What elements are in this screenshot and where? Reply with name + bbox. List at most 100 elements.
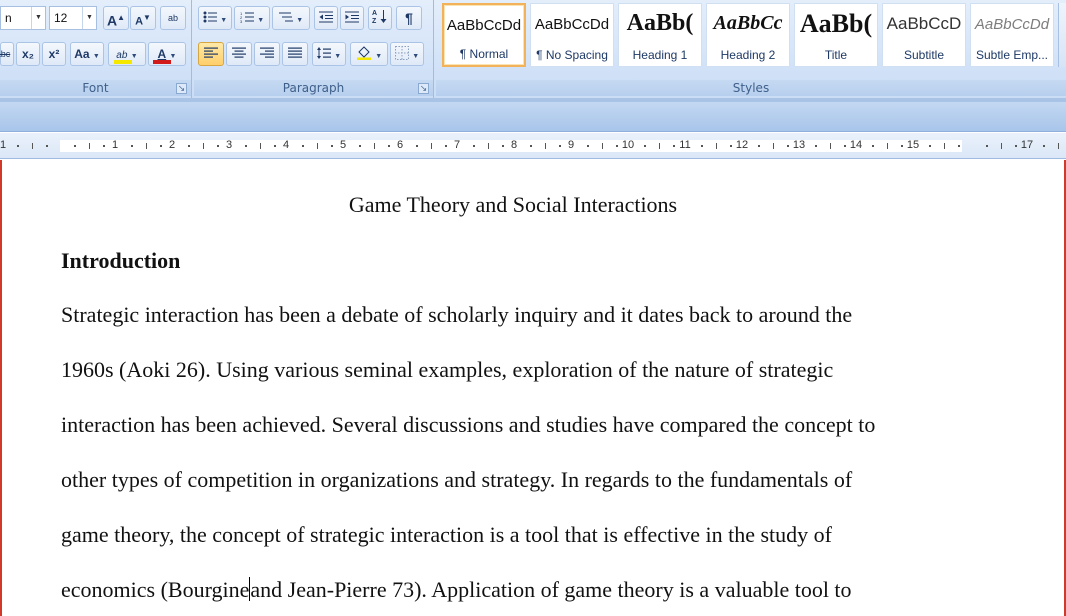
style-name: Subtitle [903,48,945,62]
shading-button[interactable]: ▼ [350,42,388,66]
horizontal-ruler[interactable]: 1 1 2 3 4 5 6 7 8 9 10 11 12 13 14 15 17 [0,133,1066,159]
ruler-half-tick [260,143,261,149]
clear-formatting-button[interactable]: ab [160,6,186,30]
style-sample: AaBb( [799,9,873,38]
subscript-button[interactable]: x₂ [16,42,40,66]
ruler-dot [530,145,532,147]
change-case-icon: Aa [74,47,90,61]
align-center-button[interactable] [226,42,252,66]
body-line: 1960s (Aoki 26). Using various seminal e… [61,357,834,382]
styles-group-label: Styles [436,80,1066,96]
bullets-button[interactable]: ▼ [198,6,232,30]
ruler-dot [986,145,988,147]
align-right-button[interactable] [254,42,280,66]
section-heading: Introduction [61,248,181,273]
style-sample: AaBb( [626,10,694,36]
document-title: Game Theory and Social Interactions [348,192,678,217]
ruler-half-tick [602,143,603,149]
change-case-button[interactable]: Aa ▼ [70,42,104,66]
align-left-button[interactable] [198,42,224,66]
align-left-icon [204,47,218,58]
body-line: game theory, the concept of strategic in… [61,522,832,547]
style-name: Heading 1 [632,48,688,62]
ruler-dot [160,145,162,147]
ruler-half-tick [659,143,660,149]
style-tile-title[interactable]: AaBb( Title [794,3,878,67]
ruler-dot [587,145,589,147]
ruler-half-tick [431,143,432,149]
font-size-box[interactable]: 12 ▼ [49,6,97,30]
ruler-dot [616,145,618,147]
style-tile-subtle-emphasis[interactable]: AaBbCcDd Subtle Emp... [970,3,1054,67]
ruler-number: 9 [567,139,575,151]
styles-gallery-scrollbar[interactable] [1058,3,1066,67]
grow-font-button[interactable]: A▲ [103,6,129,30]
style-tile-subtitle[interactable]: AaBbCcD Subtitle [882,3,966,67]
borders-button[interactable]: ▼ [390,42,424,66]
shrink-font-button[interactable]: A▼ [130,6,156,30]
highlight-color-bar [114,60,132,64]
ruler-half-tick [374,143,375,149]
style-tile-heading-1[interactable]: AaBb( Heading 1 [618,3,702,67]
font-color-bar [153,60,171,64]
ruler-half-tick [773,143,774,149]
sort-button[interactable]: AZ [368,6,392,30]
body-line: economics (Bourgineand Jean-Pierre 73). … [61,577,852,603]
ruler-number: 7 [453,139,461,151]
line-spacing-icon [316,47,331,59]
ruler-dot [872,145,874,147]
font-color-icon: A [157,47,167,61]
pilcrow-icon: ¶ [405,10,413,26]
ruler-dot [502,145,504,147]
font-dialog-launcher-icon[interactable]: ↘ [176,83,187,94]
ruler-half-tick [944,143,945,149]
ruler-dot [416,145,418,147]
style-tile-no-spacing[interactable]: AaBbCcDd ¶ No Spacing [530,3,614,67]
show-formatting-marks-button[interactable]: ¶ [396,6,422,30]
ruler-number: 13 [792,139,806,151]
chevron-down-icon[interactable]: ▼ [82,7,96,29]
svg-text:3: 3 [240,19,243,23]
decrease-indent-icon [319,11,333,23]
style-name: ¶ Normal [459,47,509,61]
decrease-indent-button[interactable] [314,6,338,30]
ruler-dot [644,145,646,147]
ruler-dot [274,145,276,147]
paragraph-dialog-launcher-icon[interactable]: ↘ [418,83,429,94]
body-line: Strategic interaction has been a debate … [61,302,853,327]
ruler-dot [929,145,931,147]
font-color-button[interactable]: A ▼ [148,42,186,66]
highlight-button[interactable]: ab ▼ [108,42,146,66]
numbering-button[interactable]: 123 ▼ [234,6,270,30]
ruler-half-tick [203,143,204,149]
document-page[interactable]: Game Theory and Social Interactions Intr… [0,160,1066,616]
style-tile-heading-2[interactable]: AaBbCc Heading 2 [706,3,790,67]
ruler-number: 1 [111,139,119,151]
style-tile-normal[interactable]: AaBbCcDd ¶ Normal [442,3,526,67]
font-group: n ▼ 12 ▼ A▲ A▼ ab abc x₂ x² Aa ▼ ab ▼ A … [0,0,192,98]
justify-button[interactable] [282,42,308,66]
style-sample: AaBbCcDd [974,16,1050,33]
shrink-font-icon: A [135,15,144,28]
ruler-dot [46,145,48,147]
ruler-half-tick [32,143,33,149]
increase-indent-button[interactable] [340,6,364,30]
ruler-dot [217,145,219,147]
paragraph-group: ▼ 123 ▼ ▼ AZ ¶ ▼ ▼ ▼ Paragraph ↘ [194,0,434,98]
ruler-dot [673,145,675,147]
superscript-button[interactable]: x² [42,42,66,66]
ruler-number: 4 [282,139,290,151]
line-spacing-button[interactable]: ▼ [312,42,346,66]
multilevel-list-icon [278,12,293,22]
ruler-number: 17 [1020,139,1034,151]
subscript-icon: x₂ [21,47,34,61]
ruler-half-tick [89,143,90,149]
ruler-number: 14 [849,139,863,151]
multilevel-list-button[interactable]: ▼ [272,6,310,30]
strikethrough-button[interactable]: abc [0,42,14,66]
chevron-down-icon[interactable]: ▼ [31,7,45,29]
ruler-number: 8 [510,139,518,151]
ruler-dot [188,145,190,147]
font-name-box[interactable]: n ▼ [0,6,46,30]
ruler-half-tick [887,143,888,149]
